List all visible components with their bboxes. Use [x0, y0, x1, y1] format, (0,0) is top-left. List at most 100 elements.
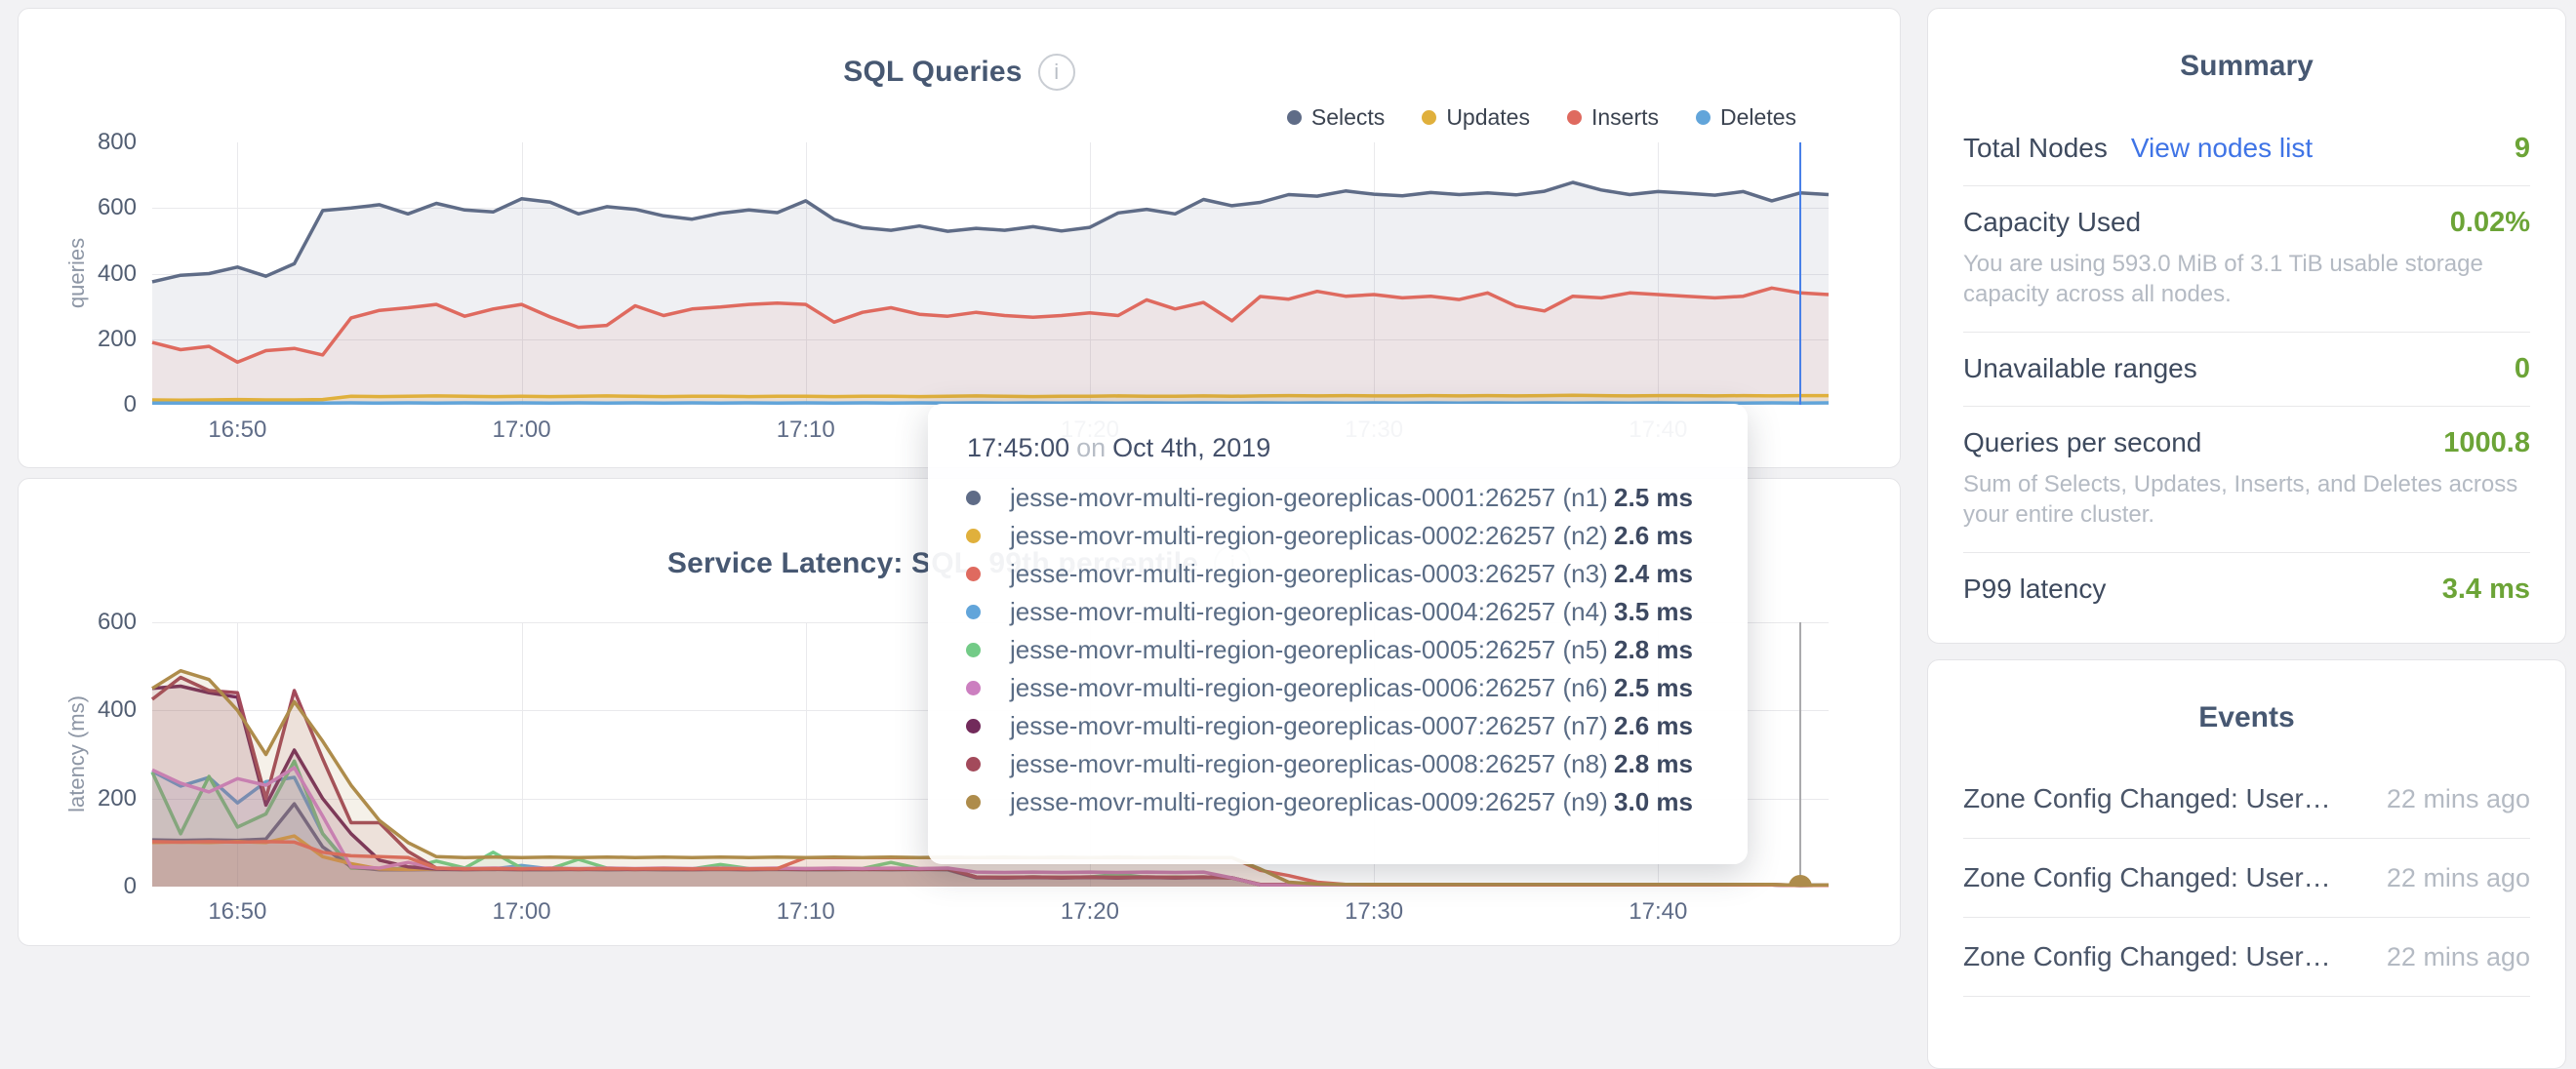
tooltip-row: jesse-movr-multi-region-georeplicas-0001… — [928, 479, 1748, 517]
tooltip-node-name: jesse-movr-multi-region-georeplicas-0007… — [1010, 711, 1608, 741]
tooltip-series-dot-icon — [966, 719, 981, 733]
summary-row-p99-latency: P99 latency 3.4 ms — [1963, 553, 2530, 626]
x-axis-tick-label: 17:00 — [493, 898, 551, 926]
y-axis-tick-label: 200 — [98, 785, 137, 812]
legend-dot-icon — [1287, 110, 1302, 125]
tooltip-time: 17:45:00 — [967, 433, 1069, 462]
chart-crosshair-line — [1799, 142, 1801, 405]
events-rows: Zone Config Changed: User… 22 mins ago Z… — [1963, 760, 2530, 997]
capacity-used-label: Capacity Used — [1963, 207, 2141, 238]
x-axis-tick-label: 17:10 — [777, 416, 835, 444]
tooltip-row: jesse-movr-multi-region-georeplicas-0009… — [928, 783, 1748, 821]
chart-crosshair-line — [1799, 622, 1801, 887]
capacity-used-subtext: You are using 593.0 MiB of 3.1 TiB usabl… — [1963, 249, 2530, 309]
legend-label: Inserts — [1591, 104, 1659, 131]
legend-item-updates: Updates — [1422, 104, 1530, 131]
sql-queries-legend: Selects Updates Inserts Deletes — [1287, 104, 1796, 131]
tooltip-node-name: jesse-movr-multi-region-georeplicas-0009… — [1010, 787, 1608, 817]
x-axis-tick-label: 17:30 — [1345, 898, 1403, 926]
summary-row-total-nodes: Total Nodes View nodes list 9 — [1963, 112, 2530, 186]
queries-per-second-label: Queries per second — [1963, 427, 2201, 458]
y-axis-tick-label: 600 — [98, 609, 137, 636]
legend-item-inserts: Inserts — [1567, 104, 1659, 131]
tooltip-latency-value: 3.5 ms — [1614, 597, 1693, 627]
tooltip-latency-value: 2.8 ms — [1614, 635, 1693, 665]
legend-dot-icon — [1696, 110, 1711, 125]
tooltip-rows: jesse-movr-multi-region-georeplicas-0001… — [928, 479, 1748, 821]
events-panel: Events Zone Config Changed: User… 22 min… — [1927, 659, 2566, 1069]
total-nodes-value: 9 — [2515, 133, 2530, 165]
tooltip-latency-value: 2.8 ms — [1614, 749, 1693, 779]
tooltip-node-name: jesse-movr-multi-region-georeplicas-0003… — [1010, 559, 1608, 589]
event-label: Zone Config Changed: User… — [1963, 862, 2331, 893]
queries-per-second-value: 1000.8 — [2443, 427, 2530, 459]
x-axis-tick-label: 16:50 — [208, 416, 266, 444]
tooltip-node-name: jesse-movr-multi-region-georeplicas-0002… — [1010, 521, 1608, 551]
tooltip-latency-value: 2.6 ms — [1614, 711, 1693, 741]
tooltip-node-name: jesse-movr-multi-region-georeplicas-0004… — [1010, 597, 1608, 627]
tooltip-latency-value: 3.0 ms — [1614, 787, 1693, 817]
y-axis-unit-label: queries — [64, 238, 90, 308]
legend-dot-icon — [1422, 110, 1436, 125]
sql-queries-chart-panel: SQL Queries i Selects Updates Inserts Delet… — [18, 8, 1901, 468]
events-panel-title: Events — [1928, 701, 2565, 734]
summary-row-capacity-used: Capacity Used 0.02% You are using 593.0 … — [1963, 186, 2530, 333]
p99-latency-value: 3.4 ms — [2442, 574, 2530, 606]
summary-rows: Total Nodes View nodes list 9 Capacity U… — [1963, 112, 2530, 626]
summary-panel-title: Summary — [1928, 50, 2565, 83]
y-axis-tick-label: 600 — [98, 194, 137, 221]
legend-label: Selects — [1311, 104, 1385, 131]
event-timestamp: 22 mins ago — [2387, 863, 2530, 893]
sql-queries-plot-area[interactable]: 16:5017:0017:1017:2017:3017:408006004002… — [152, 142, 1829, 405]
tooltip-row: jesse-movr-multi-region-georeplicas-0005… — [928, 631, 1748, 669]
tooltip-row: jesse-movr-multi-region-georeplicas-0007… — [928, 707, 1748, 745]
sql-queries-title-row: SQL Queries i — [19, 54, 1900, 91]
y-axis-tick-label: 400 — [98, 696, 137, 724]
x-axis-tick-label: 17:00 — [493, 416, 551, 444]
view-nodes-list-link[interactable]: View nodes list — [2131, 133, 2313, 164]
tooltip-timestamp: 17:45:00onOct 4th, 2019 — [967, 433, 1748, 463]
legend-dot-icon — [1567, 110, 1582, 125]
x-axis-tick-label: 17:40 — [1629, 898, 1687, 926]
tooltip-node-name: jesse-movr-multi-region-georeplicas-0001… — [1010, 483, 1608, 513]
tooltip-series-dot-icon — [966, 491, 981, 505]
total-nodes-label: Total Nodes — [1963, 133, 2108, 164]
legend-item-deletes: Deletes — [1696, 104, 1796, 131]
queries-per-second-subtext: Sum of Selects, Updates, Inserts, and De… — [1963, 469, 2530, 530]
tooltip-series-dot-icon — [966, 757, 981, 772]
chart-hover-tooltip: 17:45:00onOct 4th, 2019 jesse-movr-multi… — [928, 404, 1748, 864]
tooltip-row: jesse-movr-multi-region-georeplicas-0008… — [928, 745, 1748, 783]
y-axis-tick-label: 400 — [98, 260, 137, 288]
event-label: Zone Config Changed: User… — [1963, 941, 2331, 972]
tooltip-latency-value: 2.6 ms — [1614, 521, 1693, 551]
x-axis-tick-label: 17:10 — [777, 898, 835, 926]
tooltip-series-dot-icon — [966, 529, 981, 543]
summary-row-unavailable-ranges: Unavailable ranges 0 — [1963, 333, 2530, 407]
y-axis-tick-label: 0 — [124, 391, 137, 418]
chart-series-svg — [152, 142, 1829, 405]
x-axis-tick-label: 17:20 — [1061, 898, 1119, 926]
tooltip-series-dot-icon — [966, 567, 981, 581]
event-timestamp: 22 mins ago — [2387, 942, 2530, 972]
tooltip-date: Oct 4th, 2019 — [1112, 433, 1270, 462]
tooltip-series-dot-icon — [966, 795, 981, 810]
p99-latency-label: P99 latency — [1963, 574, 2106, 605]
legend-label: Updates — [1446, 104, 1530, 131]
event-row[interactable]: Zone Config Changed: User… 22 mins ago — [1963, 918, 2530, 997]
tooltip-node-name: jesse-movr-multi-region-georeplicas-0008… — [1010, 749, 1608, 779]
tooltip-row: jesse-movr-multi-region-georeplicas-0006… — [928, 669, 1748, 707]
tooltip-latency-value: 2.5 ms — [1614, 483, 1693, 513]
tooltip-node-name: jesse-movr-multi-region-georeplicas-0006… — [1010, 673, 1608, 703]
event-row[interactable]: Zone Config Changed: User… 22 mins ago — [1963, 839, 2530, 918]
event-row[interactable]: Zone Config Changed: User… 22 mins ago — [1963, 760, 2530, 839]
info-icon[interactable]: i — [1038, 54, 1075, 91]
tooltip-series-dot-icon — [966, 643, 981, 657]
tooltip-row: jesse-movr-multi-region-georeplicas-0003… — [928, 555, 1748, 593]
sql-queries-chart-title: SQL Queries — [843, 56, 1022, 89]
capacity-used-value: 0.02% — [2450, 207, 2530, 239]
unavailable-ranges-value: 0 — [2515, 353, 2530, 385]
y-axis-tick-label: 800 — [98, 129, 137, 156]
tooltip-series-dot-icon — [966, 605, 981, 619]
legend-label: Deletes — [1720, 104, 1796, 131]
summary-panel: Summary Total Nodes View nodes list 9 Ca… — [1927, 8, 2566, 644]
